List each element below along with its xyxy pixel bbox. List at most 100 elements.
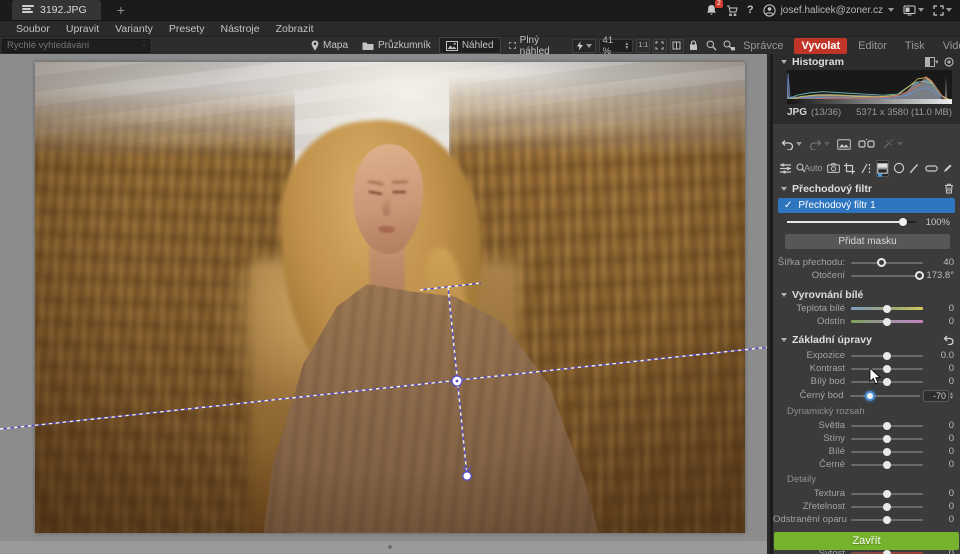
menu-presety[interactable]: Presety (161, 23, 213, 35)
opacity-slider-thumb[interactable] (899, 218, 907, 226)
dehaze-row: Odstranění oparu 0 (773, 513, 960, 526)
module-editor[interactable]: Editor (851, 38, 894, 54)
search-input[interactable] (3, 40, 143, 51)
fullscreen-button[interactable] (933, 5, 952, 16)
slider-thumb[interactable] (883, 378, 891, 386)
opacity-slider[interactable] (787, 221, 916, 223)
slider-thumb[interactable] (883, 435, 891, 443)
module-vyvolat[interactable]: Vyvolat (794, 38, 847, 54)
gradient-filter-tool[interactable] (876, 160, 889, 177)
histogram-header[interactable]: Histogram (773, 54, 960, 69)
straighten-tool[interactable] (860, 160, 872, 177)
zoom-tool-button[interactable] (704, 39, 718, 53)
document-tab[interactable]: 3192.JPG (12, 0, 101, 20)
black-point-slider-thumb[interactable] (865, 391, 875, 401)
auto-enhance-tool[interactable]: Auto (796, 160, 823, 177)
exposure-slider[interactable] (851, 355, 923, 357)
add-mask-button[interactable]: Přidat masku (785, 234, 950, 249)
slider-thumb[interactable] (877, 258, 886, 267)
checkmark-icon[interactable]: ✓ (784, 200, 792, 211)
zoom-stepper[interactable]: ▲▼ (624, 42, 629, 50)
texture-slider[interactable] (851, 493, 923, 495)
redo-button[interactable] (809, 139, 830, 150)
rotation-slider[interactable] (851, 275, 923, 277)
slider-thumb[interactable] (883, 318, 891, 326)
radial-filter-tool[interactable] (893, 160, 905, 177)
compare-button[interactable] (837, 139, 851, 150)
menu-soubor[interactable]: Soubor (8, 23, 58, 35)
lights-slider[interactable] (851, 425, 923, 427)
slider-thumb[interactable] (883, 352, 891, 360)
menu-varianty[interactable]: Varianty (107, 23, 161, 35)
undo-button[interactable] (781, 139, 802, 150)
camera-tool[interactable] (827, 160, 840, 177)
filter-brush-tool[interactable] (909, 160, 921, 177)
preset-apply-button[interactable] (882, 138, 903, 150)
pen-tool[interactable] (942, 160, 954, 177)
temperature-slider[interactable] (851, 307, 923, 310)
account-menu[interactable]: josef.halicek@zoner.cz (763, 4, 894, 17)
dehaze-slider[interactable] (851, 519, 923, 521)
module-video[interactable]: Video (936, 38, 960, 54)
clarity-slider[interactable] (851, 506, 923, 508)
menu-nastroje[interactable]: Nástroje (212, 23, 267, 35)
histogram-mode-icon[interactable] (925, 57, 938, 67)
slider-thumb[interactable] (883, 516, 891, 524)
map-button[interactable]: Mapa (305, 38, 354, 53)
black-point-value[interactable]: -70 (923, 390, 949, 402)
pan-tool-button[interactable] (722, 39, 736, 53)
notifications-button[interactable]: 2 (706, 4, 717, 16)
white-point-slider[interactable] (851, 381, 923, 383)
overexposure-icon[interactable] (944, 57, 954, 67)
settings-list-tool[interactable] (779, 160, 792, 177)
blacks-slider[interactable] (851, 464, 923, 466)
white-balance-header[interactable]: Vyrovnání bílé (773, 287, 960, 302)
slider-thumb[interactable] (883, 550, 891, 554)
filmstrip-grip[interactable] (388, 545, 392, 549)
slider-thumb[interactable] (915, 271, 924, 280)
slider-thumb[interactable] (883, 503, 891, 511)
slider-thumb[interactable] (883, 490, 891, 498)
contrast-slider[interactable] (851, 368, 923, 370)
delete-filter-button[interactable] (944, 183, 954, 194)
zoom-level-control[interactable]: 41 % ▲▼ (599, 39, 634, 53)
close-button[interactable]: Zavřít (774, 532, 959, 550)
shadows-slider[interactable] (851, 438, 923, 440)
search-box[interactable] (2, 39, 150, 53)
zoom-100-button[interactable]: 1:1 (636, 39, 650, 53)
preview-button[interactable]: Náhled (439, 37, 501, 54)
explorer-button[interactable]: Průzkumník (356, 38, 437, 53)
lock-button[interactable] (687, 39, 701, 53)
menu-upravit[interactable]: Upravit (58, 23, 107, 35)
gradient-filter-header[interactable]: Přechodový filtr (773, 181, 960, 196)
slider-thumb[interactable] (883, 422, 891, 430)
preview-quality-button[interactable] (572, 39, 596, 53)
black-point-slider[interactable] (850, 395, 921, 397)
copy-settings-button[interactable] (858, 138, 875, 150)
whites-slider[interactable] (851, 451, 923, 453)
display-switch-button[interactable] (903, 5, 924, 16)
slider-thumb[interactable] (883, 461, 891, 469)
black-point-value-box[interactable]: -70 ▲▼ (923, 390, 954, 402)
module-tisk[interactable]: Tisk (898, 38, 932, 54)
exposure-row: Expozice 0.0 (773, 349, 960, 362)
slider-thumb[interactable] (883, 365, 891, 373)
basic-adjustments-header[interactable]: Základní úpravy (773, 332, 960, 347)
retouch-tool[interactable] (925, 160, 938, 177)
tint-slider[interactable] (851, 320, 923, 323)
slider-thumb[interactable] (883, 305, 891, 313)
transition-width-slider[interactable] (851, 262, 923, 264)
gradient-filter-item[interactable]: ✓ Přechodový filtr 1 (778, 198, 955, 213)
notification-badge: 2 (715, 0, 723, 8)
module-spravce[interactable]: Správce (736, 38, 790, 54)
help-button[interactable]: ? (747, 4, 754, 16)
new-tab-button[interactable]: + (111, 2, 131, 18)
cart-button[interactable] (726, 5, 738, 16)
reset-section-button[interactable] (943, 335, 954, 345)
black-point-stepper[interactable]: ▲▼ (949, 392, 954, 400)
fit-screen-button[interactable] (653, 39, 667, 53)
photo-preview[interactable] (35, 62, 745, 533)
crop-tool[interactable] (844, 160, 856, 177)
fit-width-button[interactable] (670, 39, 684, 53)
slider-thumb[interactable] (883, 448, 891, 456)
